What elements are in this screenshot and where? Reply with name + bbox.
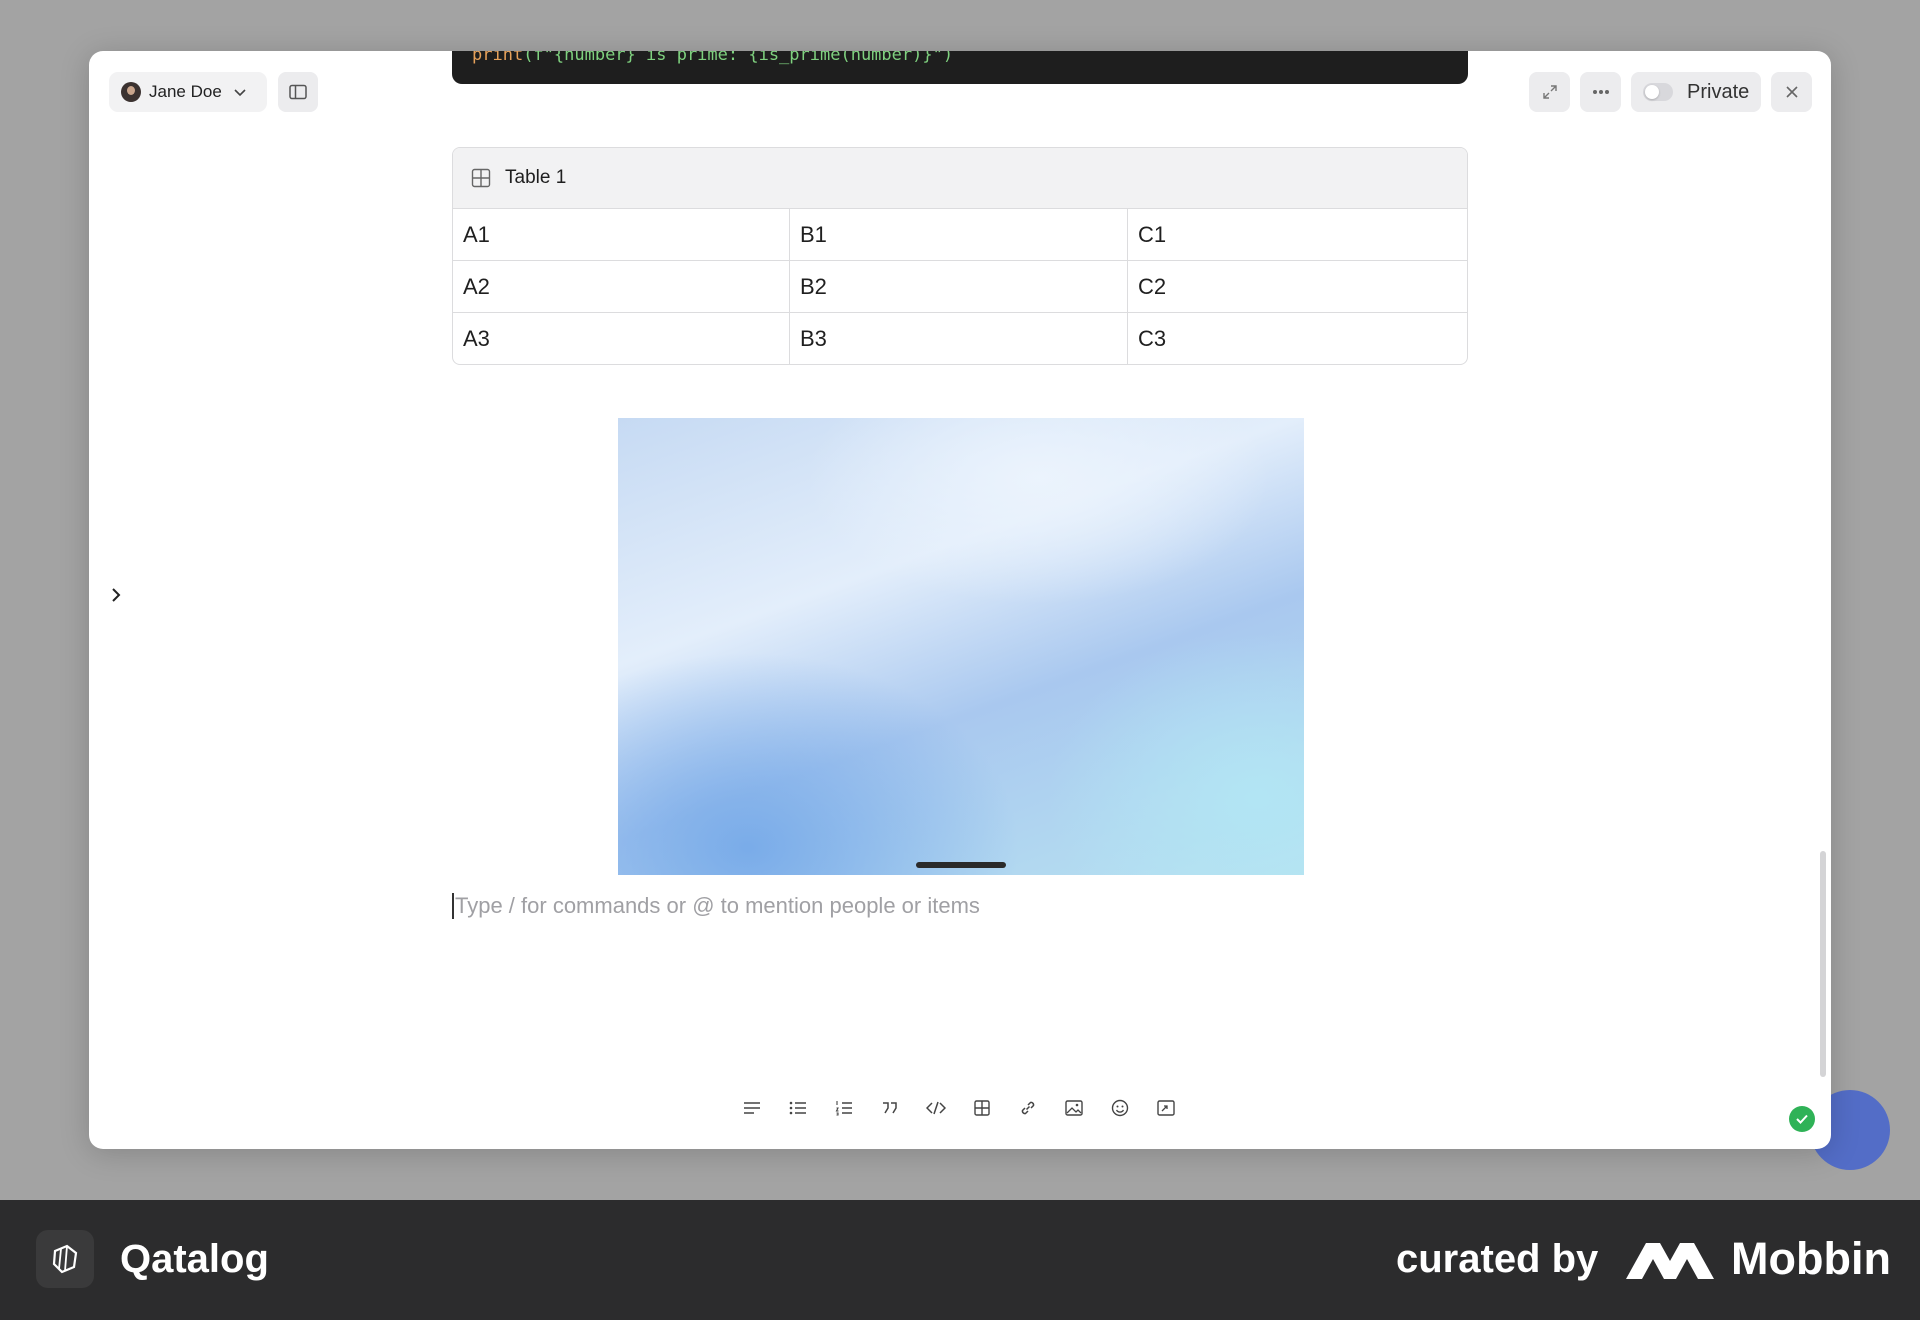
code-line: print(f"{number} is prime: {is_prime(num… bbox=[472, 51, 954, 65]
quote-button[interactable] bbox=[872, 1091, 907, 1125]
link-button[interactable] bbox=[1010, 1091, 1045, 1125]
emoji-icon bbox=[1111, 1099, 1128, 1117]
private-toggle-button[interactable]: Private bbox=[1631, 72, 1761, 112]
qatalog-logo bbox=[36, 1230, 94, 1288]
table-title: Table 1 bbox=[505, 167, 567, 188]
table-block[interactable]: Table 1 A1 B1 C1 A2 B2 C2 A3 B3 C3 bbox=[452, 147, 1468, 365]
paragraph-button[interactable] bbox=[734, 1091, 769, 1125]
private-toggle[interactable] bbox=[1643, 83, 1673, 101]
link-icon bbox=[1021, 1101, 1034, 1115]
sidebar-icon bbox=[289, 84, 307, 100]
brand-name: Qatalog bbox=[120, 1237, 269, 1281]
quote-icon bbox=[882, 1102, 897, 1114]
close-button[interactable] bbox=[1771, 72, 1812, 112]
expand-icon bbox=[1542, 85, 1557, 99]
image-icon bbox=[1064, 1100, 1083, 1116]
private-label: Private bbox=[1687, 80, 1750, 103]
table-header: Table 1 bbox=[453, 148, 1467, 209]
format-toolbar bbox=[734, 1091, 1183, 1125]
avatar bbox=[121, 82, 141, 102]
insert-image-button[interactable] bbox=[1056, 1091, 1091, 1125]
editor-input[interactable]: Type / for commands or @ to mention peop… bbox=[452, 886, 1468, 926]
code-icon bbox=[925, 1101, 946, 1115]
table-cell[interactable]: B1 bbox=[790, 209, 1128, 261]
curated-by-label: curated by bbox=[1396, 1237, 1599, 1281]
table-cell[interactable]: B3 bbox=[790, 313, 1128, 364]
table-cell[interactable]: B2 bbox=[790, 261, 1128, 313]
table-cell[interactable]: C2 bbox=[1128, 261, 1467, 313]
saved-status-indicator bbox=[1789, 1106, 1815, 1132]
image-resize-handle[interactable] bbox=[916, 862, 1006, 868]
text-caret bbox=[452, 893, 454, 919]
table-icon bbox=[973, 1100, 990, 1116]
user-selector[interactable]: Jane Doe bbox=[109, 72, 267, 112]
more-options-button[interactable] bbox=[1580, 72, 1621, 112]
table-icon bbox=[471, 168, 491, 188]
user-name: Jane Doe bbox=[149, 82, 222, 101]
scrollbar[interactable] bbox=[1820, 851, 1826, 1077]
curator-name: Mobbin bbox=[1731, 1233, 1891, 1284]
numbered-list-icon bbox=[835, 1101, 852, 1116]
bullet-list-button[interactable] bbox=[780, 1091, 815, 1125]
table-cell[interactable]: C3 bbox=[1128, 313, 1467, 364]
insert-table-button[interactable] bbox=[964, 1091, 999, 1125]
table-cell[interactable]: A2 bbox=[453, 261, 790, 313]
embed-icon bbox=[1156, 1100, 1175, 1116]
check-icon bbox=[1796, 1114, 1808, 1124]
expand-button[interactable] bbox=[1529, 72, 1570, 112]
embedded-image[interactable] bbox=[618, 418, 1304, 875]
document-modal: print(f"{number} is prime: {is_prime(num… bbox=[89, 51, 1831, 1149]
bullet-list-icon bbox=[789, 1101, 806, 1115]
table-cell[interactable]: A3 bbox=[453, 313, 790, 364]
table-cell[interactable]: A1 bbox=[453, 209, 790, 261]
more-icon bbox=[1592, 90, 1609, 94]
table-grid: A1 B1 C1 A2 B2 C2 A3 B3 C3 bbox=[453, 209, 1467, 364]
mobbin-logo-icon bbox=[1626, 1243, 1714, 1279]
embed-button[interactable] bbox=[1148, 1091, 1183, 1125]
chevron-right-icon[interactable] bbox=[105, 584, 127, 606]
qatalog-logo-icon bbox=[52, 1244, 78, 1274]
editor-placeholder: Type / for commands or @ to mention peop… bbox=[455, 893, 980, 918]
close-icon bbox=[1785, 86, 1798, 98]
sidebar-toggle-button[interactable] bbox=[278, 72, 318, 112]
numbered-list-button[interactable] bbox=[826, 1091, 861, 1125]
paragraph-icon bbox=[743, 1102, 760, 1114]
table-cell[interactable]: C1 bbox=[1128, 209, 1467, 261]
chevron-down-icon bbox=[234, 89, 246, 97]
emoji-button[interactable] bbox=[1102, 1091, 1137, 1125]
code-button[interactable] bbox=[918, 1091, 953, 1125]
code-block[interactable]: print(f"{number} is prime: {is_prime(num… bbox=[452, 51, 1468, 84]
